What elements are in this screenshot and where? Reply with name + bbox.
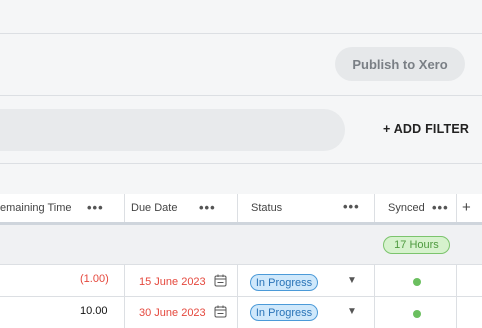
- column-due-date[interactable]: Due Date: [131, 194, 177, 222]
- col-divider: [374, 194, 375, 222]
- status-pill[interactable]: In Progress: [250, 274, 318, 291]
- synced-status-dot: [413, 278, 421, 286]
- column-remaining-time[interactable]: emaining Time: [0, 194, 72, 222]
- calendar-icon[interactable]: [214, 274, 227, 287]
- search-bar[interactable]: [0, 109, 345, 151]
- table-row[interactable]: (1.00) 15 June 2023 In Progress ▼: [0, 265, 482, 296]
- col-divider: [456, 297, 457, 328]
- remaining-time-cell: (1.00): [80, 273, 109, 285]
- col-divider: [456, 265, 457, 296]
- col-divider: [237, 194, 238, 222]
- due-date-cell[interactable]: 30 June 2023: [139, 307, 206, 319]
- synced-status-dot: [413, 310, 421, 318]
- add-filter-button[interactable]: + ADD FILTER: [383, 122, 469, 136]
- due-date-menu-icon[interactable]: •••: [199, 200, 216, 215]
- col-divider: [124, 297, 125, 328]
- table-header: emaining Time ••• Due Date ••• Status ••…: [0, 194, 482, 222]
- col-divider: [374, 297, 375, 328]
- col-divider: [237, 297, 238, 328]
- col-divider: [237, 265, 238, 296]
- col-divider: [374, 265, 375, 296]
- synced-menu-icon[interactable]: •••: [432, 200, 449, 215]
- toolbar-divider: [0, 95, 482, 96]
- column-synced[interactable]: Synced: [388, 194, 425, 222]
- due-date-cell[interactable]: 15 June 2023: [139, 276, 206, 288]
- remaining-time-menu-icon[interactable]: •••: [87, 200, 104, 215]
- col-divider: [124, 265, 125, 296]
- status-pill[interactable]: In Progress: [250, 304, 318, 321]
- add-column-button[interactable]: +: [462, 199, 471, 216]
- col-divider: [124, 194, 125, 222]
- total-hours-badge: 17 Hours: [383, 236, 450, 254]
- publish-to-xero-button[interactable]: Publish to Xero: [335, 47, 465, 81]
- col-divider: [456, 194, 457, 222]
- filter-divider: [0, 163, 482, 164]
- remaining-time-cell: 10.00: [80, 305, 108, 317]
- column-status-label: Status: [251, 202, 283, 214]
- calendar-icon[interactable]: [214, 305, 227, 318]
- status-menu-icon[interactable]: •••: [343, 199, 360, 214]
- top-divider: [0, 33, 482, 34]
- column-due-date-label: Due Date: [131, 202, 178, 214]
- column-status[interactable]: Status: [251, 194, 282, 222]
- status-caret-down-icon[interactable]: ▼: [347, 306, 357, 317]
- column-synced-label: Synced: [388, 202, 425, 214]
- column-remaining-time-label: emaining Time: [0, 202, 72, 214]
- table-row[interactable]: 10.00 30 June 2023 In Progress ▼: [0, 297, 482, 328]
- status-caret-down-icon[interactable]: ▼: [347, 275, 357, 286]
